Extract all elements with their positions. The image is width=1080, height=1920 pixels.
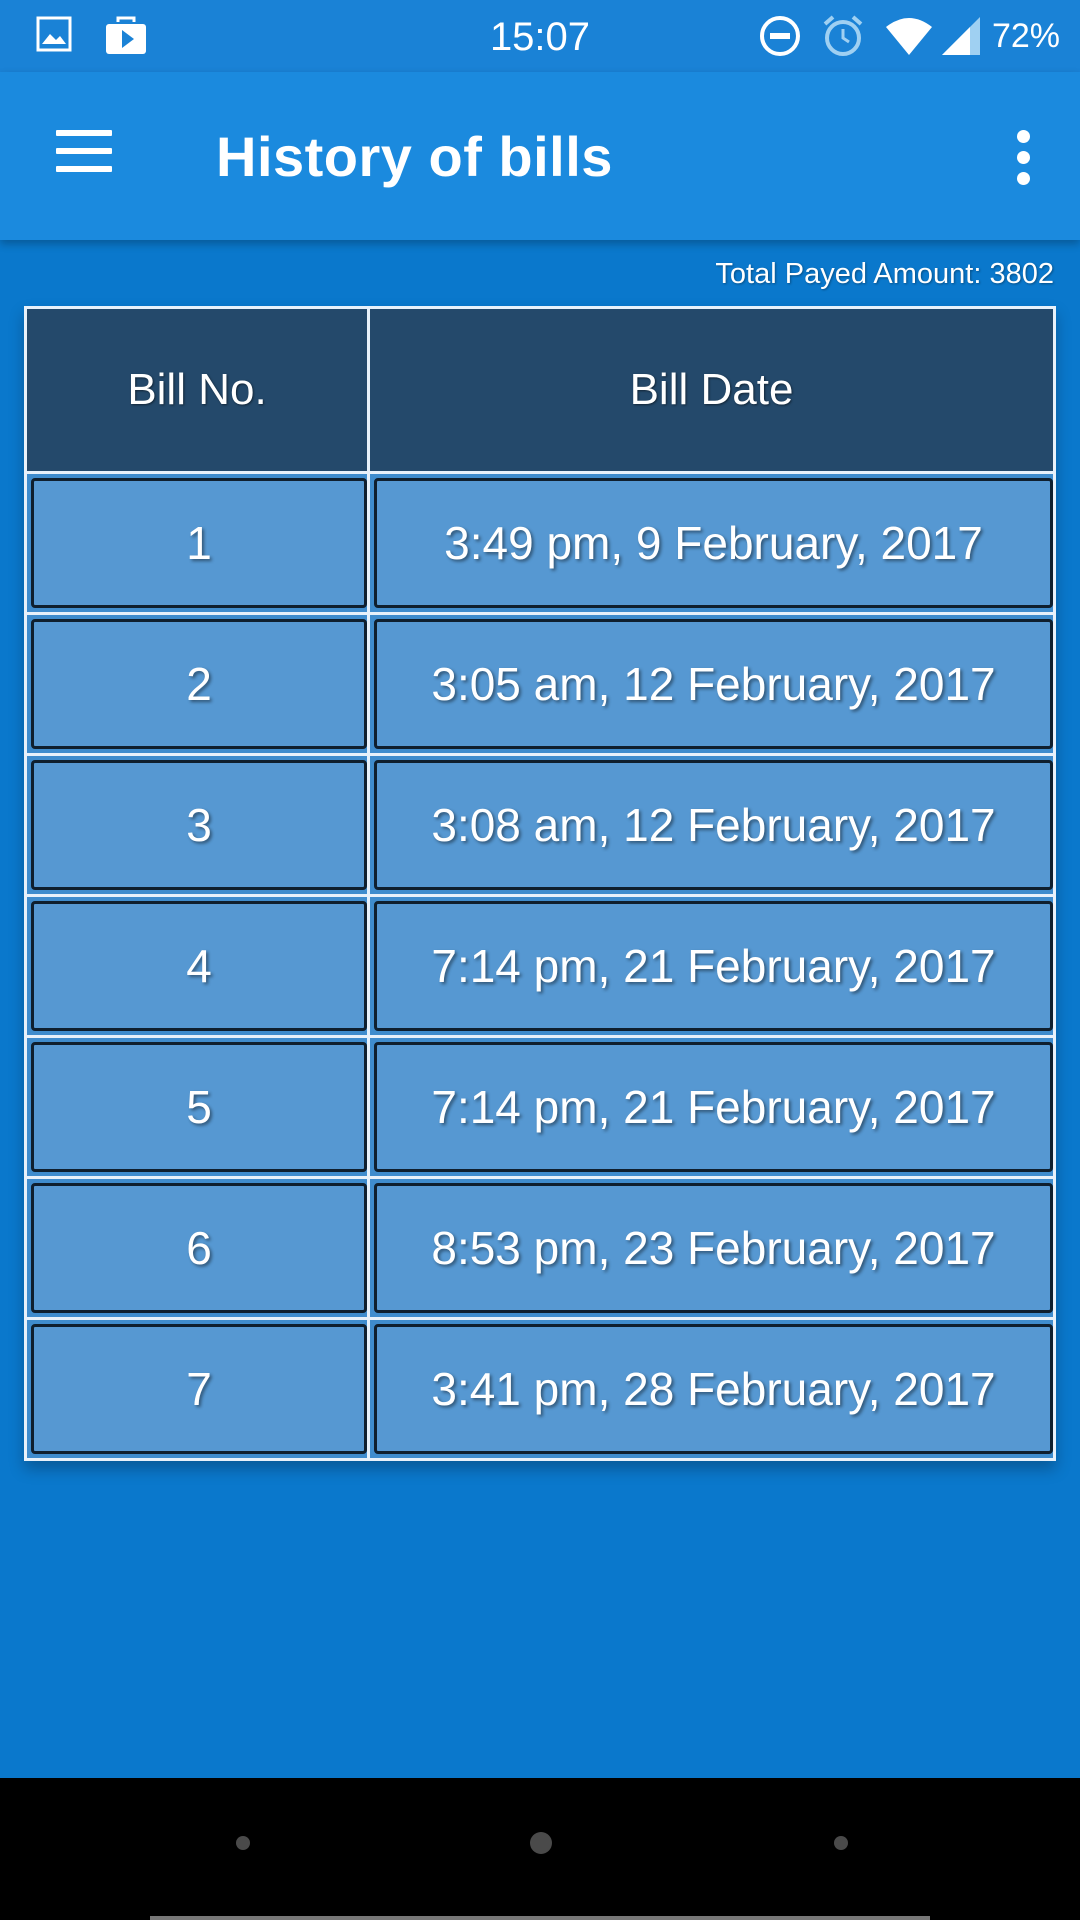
wifi-icon [884,15,934,57]
total-payed-amount: Total Payed Amount: 3802 [715,258,1054,290]
battery-level: 72% [991,16,1060,55]
nav-home-button[interactable] [530,1832,552,1854]
table-row[interactable]: 1 3:49 pm, 9 February, 2017 [27,471,1053,612]
bill-date-cell: 8:53 pm, 23 February, 2017 [374,1183,1053,1313]
header-bill-date: Bill Date [629,365,794,414]
bill-no-cell: 1 [31,478,367,608]
bills-table: Bill No. Bill Date 1 3:49 pm, 9 February… [24,306,1056,1461]
bill-date-cell: 3:08 am, 12 February, 2017 [374,760,1053,890]
status-bar: 15:07 72% [0,0,1080,72]
status-icons: 72% [740,0,1060,72]
bill-no-cell: 4 [31,901,367,1031]
bill-no-cell: 6 [31,1183,367,1313]
bill-no-cell: 2 [31,619,367,749]
more-options-icon[interactable] [1008,130,1040,186]
table-row[interactable]: 5 7:14 pm, 21 February, 2017 [27,1035,1053,1176]
bill-date-cell: 7:14 pm, 21 February, 2017 [374,901,1053,1031]
table-row[interactable]: 7 3:41 pm, 28 February, 2017 [27,1317,1053,1458]
signal-icon [940,15,982,57]
table-row[interactable]: 4 7:14 pm, 21 February, 2017 [27,894,1053,1035]
bill-no-cell: 5 [31,1042,367,1172]
nav-recents-button[interactable] [834,1836,848,1850]
bill-no-cell: 7 [31,1324,367,1454]
table-header: Bill No. Bill Date [27,309,1053,471]
bill-no-cell: 3 [31,760,367,890]
page-title: History of bills [216,125,613,188]
navigation-bar [0,1778,1080,1920]
table-row[interactable]: 2 3:05 am, 12 February, 2017 [27,612,1053,753]
bill-date-cell: 3:49 pm, 9 February, 2017 [374,478,1053,608]
gesture-handle [150,1916,930,1920]
app-bar: History of bills [0,72,1080,240]
table-row[interactable]: 3 3:08 am, 12 February, 2017 [27,753,1053,894]
nav-back-button[interactable] [236,1836,250,1850]
bill-date-cell: 7:14 pm, 21 February, 2017 [374,1042,1053,1172]
header-bill-no: Bill No. [27,309,370,471]
bill-date-cell: 3:05 am, 12 February, 2017 [374,619,1053,749]
menu-icon[interactable] [56,130,112,172]
do-not-disturb-icon [758,14,802,58]
bill-date-cell: 3:41 pm, 28 February, 2017 [374,1324,1053,1454]
table-row[interactable]: 6 8:53 pm, 23 February, 2017 [27,1176,1053,1317]
alarm-icon [820,13,866,59]
